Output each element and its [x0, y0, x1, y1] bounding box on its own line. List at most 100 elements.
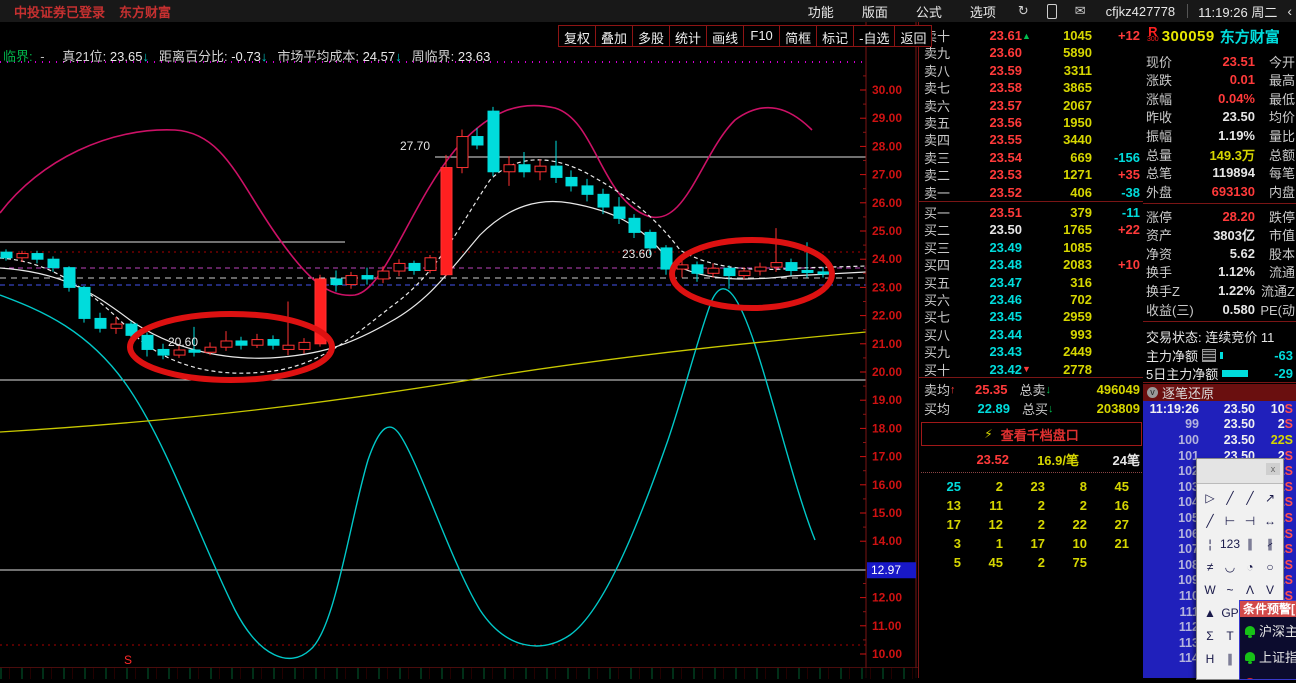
drawing-tool-icon[interactable]: ◔ — [1240, 555, 1260, 578]
close-icon[interactable]: x — [1266, 463, 1280, 475]
order-book-row[interactable]: 买一 23.51 379 -11 — [919, 204, 1144, 221]
order-book-row[interactable]: 买十 23.42 ▼ 2778 — [919, 361, 1144, 378]
order-book-row[interactable]: 卖八 23.59 3311 — [919, 62, 1144, 79]
alert-item[interactable]: 上证指 — [1240, 643, 1296, 669]
info-row: 外盘 693130 内盘 — [1143, 182, 1296, 200]
order-book-row[interactable]: 卖六 23.57 2067 — [919, 97, 1144, 114]
drawing-tool-icon[interactable]: ¦ — [1200, 532, 1220, 555]
level-volume: 993 — [1070, 326, 1092, 342]
alert-item[interactable] — [1240, 669, 1296, 679]
drawing-tool-icon[interactable]: ⊣ — [1240, 509, 1260, 532]
palette-header[interactable]: x — [1197, 459, 1283, 484]
mobile-icon[interactable] — [1046, 3, 1057, 19]
candle-body — [644, 231, 657, 249]
order-book-row[interactable]: 卖四 23.55 3440 — [919, 131, 1144, 148]
drawing-tool-icon[interactable]: ↗ — [1260, 486, 1280, 509]
drawing-tool-icon[interactable]: ╱ — [1240, 486, 1260, 509]
indicator-value: 23.65 — [106, 49, 143, 64]
order-book-row[interactable]: 卖七 23.58 3865 — [919, 79, 1144, 96]
order-book-row[interactable]: 卖二 23.53 1271 +35 — [919, 166, 1144, 183]
view-thousand-level-button[interactable]: ⚡ 查看千档盘口 — [921, 422, 1142, 446]
drawing-tool-icon[interactable]: Λ — [1240, 578, 1260, 601]
drawing-tool-icon[interactable]: ≠ — [1200, 555, 1220, 578]
toolbar-button-画线[interactable]: 画线 — [706, 25, 745, 47]
level-label: 买九 — [924, 345, 951, 361]
toolbar-button-返回[interactable]: 返回 — [894, 25, 933, 47]
list-icon[interactable] — [1202, 349, 1217, 362]
toolbar-button-简框[interactable]: 简框 — [779, 25, 818, 47]
field-value: 119894 — [1212, 165, 1255, 181]
menu-item-选项[interactable]: 选项 — [970, 5, 996, 20]
drawing-tool-icon[interactable]: ▷ — [1200, 486, 1220, 509]
drawing-tool-icon[interactable]: ╱ — [1200, 509, 1220, 532]
order-book-row[interactable]: 买七 23.45 2959 — [919, 308, 1144, 325]
level-price: 23.45 — [989, 309, 1022, 325]
drawing-tool-icon[interactable]: ◡ — [1220, 555, 1240, 578]
drawing-tool-icon[interactable]: T — [1220, 624, 1240, 647]
toolbar-button-叠加[interactable]: 叠加 — [595, 25, 634, 47]
field-value: 0.580 — [1222, 301, 1255, 317]
candle-body — [204, 346, 217, 353]
toolbar-button-统计[interactable]: 统计 — [669, 25, 708, 47]
toolbar-button-F10[interactable]: F10 — [743, 25, 781, 47]
drawing-tool-icon[interactable]: ∥ — [1240, 532, 1260, 555]
lightning-icon: ⚡ — [984, 427, 993, 441]
deal-grid-cell: 23 — [1030, 479, 1045, 494]
toolbar-button-多股[interactable]: 多股 — [632, 25, 671, 47]
order-book-row[interactable]: 买三 23.49 1085 — [919, 239, 1144, 256]
candle-body — [78, 286, 91, 319]
toolbar-button-标记[interactable]: 标记 — [816, 25, 855, 47]
order-book-row[interactable]: 买九 23.43 2449 — [919, 343, 1144, 360]
drawing-tool-icon[interactable]: GP — [1220, 601, 1240, 624]
refresh-icon[interactable]: ↻ — [1018, 3, 1029, 19]
order-book-row[interactable]: 卖一 23.52 406 -38 — [919, 184, 1144, 201]
order-book-row[interactable]: 买四 23.48 2083 +10 — [919, 256, 1144, 273]
tick-time: 11:19:26 — [1149, 401, 1199, 416]
level-price: 23.52 — [989, 184, 1022, 200]
annotation-ellipse[interactable] — [669, 237, 835, 311]
toolbar-button--自选[interactable]: -自选 — [853, 25, 896, 47]
order-book-row[interactable]: 卖三 23.54 669 -156 — [919, 149, 1144, 166]
mail-icon[interactable]: ✉ — [1075, 3, 1086, 19]
candle-body — [298, 341, 311, 350]
drawing-tool-icon[interactable]: Σ — [1200, 624, 1220, 647]
tick-seq: 110 — [1178, 588, 1199, 603]
drawing-tool-icon[interactable]: ∥ — [1220, 647, 1240, 670]
drawing-tool-icon[interactable]: ~ — [1220, 578, 1240, 601]
drawing-tool-icon[interactable]: H — [1200, 647, 1220, 670]
field-value: 0.04% — [1218, 90, 1255, 106]
order-book-row[interactable]: 卖九 23.60 5890 — [919, 44, 1144, 61]
price-tick-label: 28.00 — [872, 139, 902, 153]
drawing-tool-icon[interactable]: V — [1260, 578, 1280, 601]
alert-title[interactable]: 条件预警[ — [1240, 601, 1296, 617]
menu-item-公式[interactable]: 公式 — [916, 5, 942, 20]
price-tick-label: 20.00 — [872, 365, 902, 379]
menu-item-功能[interactable]: 功能 — [808, 5, 834, 20]
order-book-row[interactable]: 卖五 23.56 1950 — [919, 114, 1144, 131]
order-book-row[interactable]: 买二 23.50 1765 +22 — [919, 221, 1144, 238]
drawing-tool-icon[interactable]: W — [1200, 578, 1220, 601]
field-label-right: 量比 — [1268, 128, 1295, 144]
drawing-tool-icon[interactable]: ∦ — [1260, 532, 1280, 555]
level-price: 23.53 — [989, 167, 1022, 183]
deal-grid-cell: 45 — [988, 555, 1003, 570]
order-book-row[interactable]: 卖十 23.61 ▲ 1045 +12 — [919, 27, 1144, 44]
collapse-chevron-icon[interactable]: ‹ — [1287, 3, 1292, 19]
order-book-row[interactable]: 买八 23.44 993 — [919, 326, 1144, 343]
order-book-row[interactable]: 买五 23.47 316 — [919, 274, 1144, 291]
alert-item[interactable]: 沪深主 — [1240, 617, 1296, 643]
drawing-tool-icon[interactable]: ○ — [1260, 555, 1280, 578]
level-volume: 379 — [1070, 205, 1092, 220]
drawing-tool-icon[interactable]: ↔ — [1260, 509, 1280, 532]
tick-replay-header[interactable]: v 逐笔还原 — [1143, 384, 1296, 401]
drawing-tool-icon[interactable]: ╱ — [1220, 486, 1240, 509]
price-tick-label: 10.00 — [872, 647, 902, 661]
field-label: 涨停 — [1146, 209, 1173, 225]
drawing-tool-icon[interactable]: ▲ — [1200, 601, 1220, 624]
level-label: 卖六 — [924, 98, 951, 114]
drawing-tool-icon[interactable]: ⊢ — [1220, 509, 1240, 532]
toolbar-button-复权[interactable]: 复权 — [558, 25, 597, 47]
order-book-row[interactable]: 买六 23.46 702 — [919, 291, 1144, 308]
menu-item-版面[interactable]: 版面 — [862, 5, 888, 20]
drawing-tool-icon[interactable]: 123 — [1220, 532, 1240, 555]
